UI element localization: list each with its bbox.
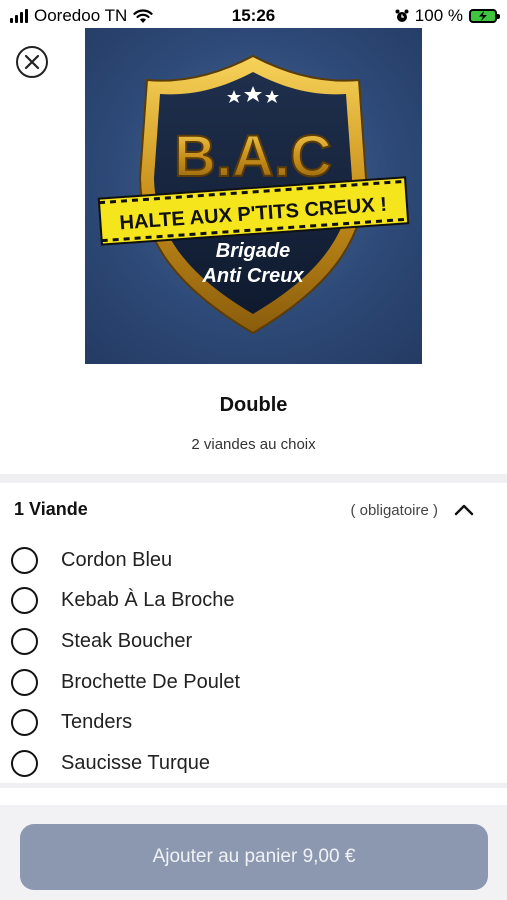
option-item[interactable]: Steak Boucher bbox=[0, 621, 507, 662]
option-label: Kebab À La Broche bbox=[61, 589, 235, 612]
close-button[interactable] bbox=[16, 46, 48, 78]
option-item[interactable]: Cordon Bleu bbox=[0, 540, 507, 581]
option-label: Saucisse Turque bbox=[61, 751, 210, 774]
option-group-header[interactable]: 1 Viande ( obligatoire ) bbox=[0, 497, 507, 527]
radio-button[interactable] bbox=[11, 546, 38, 574]
radio-button[interactable] bbox=[11, 668, 38, 696]
logo-title: B.A.C bbox=[174, 124, 332, 189]
option-list: Cordon Bleu Kebab À La Broche Steak Bouc… bbox=[0, 540, 507, 784]
option-item[interactable]: Kebab À La Broche bbox=[0, 581, 507, 622]
product-name: Double bbox=[219, 394, 288, 416]
battery-icon bbox=[469, 9, 500, 23]
close-icon bbox=[24, 54, 40, 70]
status-bar: Ooredoo TN 15:26 100 % bbox=[0, 0, 507, 30]
collapse-toggle[interactable] bbox=[451, 497, 477, 523]
option-item[interactable]: Tenders bbox=[0, 702, 507, 743]
add-to-cart-button[interactable]: Ajouter au panier 9,00 € bbox=[20, 824, 488, 890]
option-group-requirement: ( obligatoire ) bbox=[350, 502, 438, 519]
radio-button[interactable] bbox=[11, 627, 38, 655]
battery-label: 100 % bbox=[414, 6, 463, 25]
option-item[interactable]: Saucisse Turque bbox=[0, 743, 507, 784]
option-label: Brochette De Poulet bbox=[61, 670, 240, 693]
divider bbox=[0, 783, 507, 788]
status-right: 100 % bbox=[395, 6, 500, 26]
chevron-up-icon bbox=[454, 504, 474, 516]
option-label: Steak Boucher bbox=[61, 629, 193, 652]
option-group-title: 1 Viande bbox=[14, 499, 88, 519]
bac-logo: B.A.C HALTE AUX P'TITS CREUX ! Brigade A… bbox=[97, 54, 410, 335]
logo-line2: Anti Creux bbox=[201, 265, 304, 287]
radio-button[interactable] bbox=[11, 709, 38, 737]
logo-line1: Brigade bbox=[216, 240, 290, 262]
option-label: Cordon Bleu bbox=[61, 548, 173, 571]
product-description: 2 viandes au choix bbox=[191, 436, 316, 453]
product-image: B.A.C HALTE AUX P'TITS CREUX ! Brigade A… bbox=[85, 28, 422, 364]
radio-button[interactable] bbox=[11, 587, 38, 615]
option-item[interactable]: Brochette De Poulet bbox=[0, 662, 507, 703]
radio-button[interactable] bbox=[11, 749, 38, 777]
alarm-icon bbox=[395, 9, 409, 22]
option-label: Tenders bbox=[61, 711, 133, 734]
divider bbox=[0, 474, 507, 483]
